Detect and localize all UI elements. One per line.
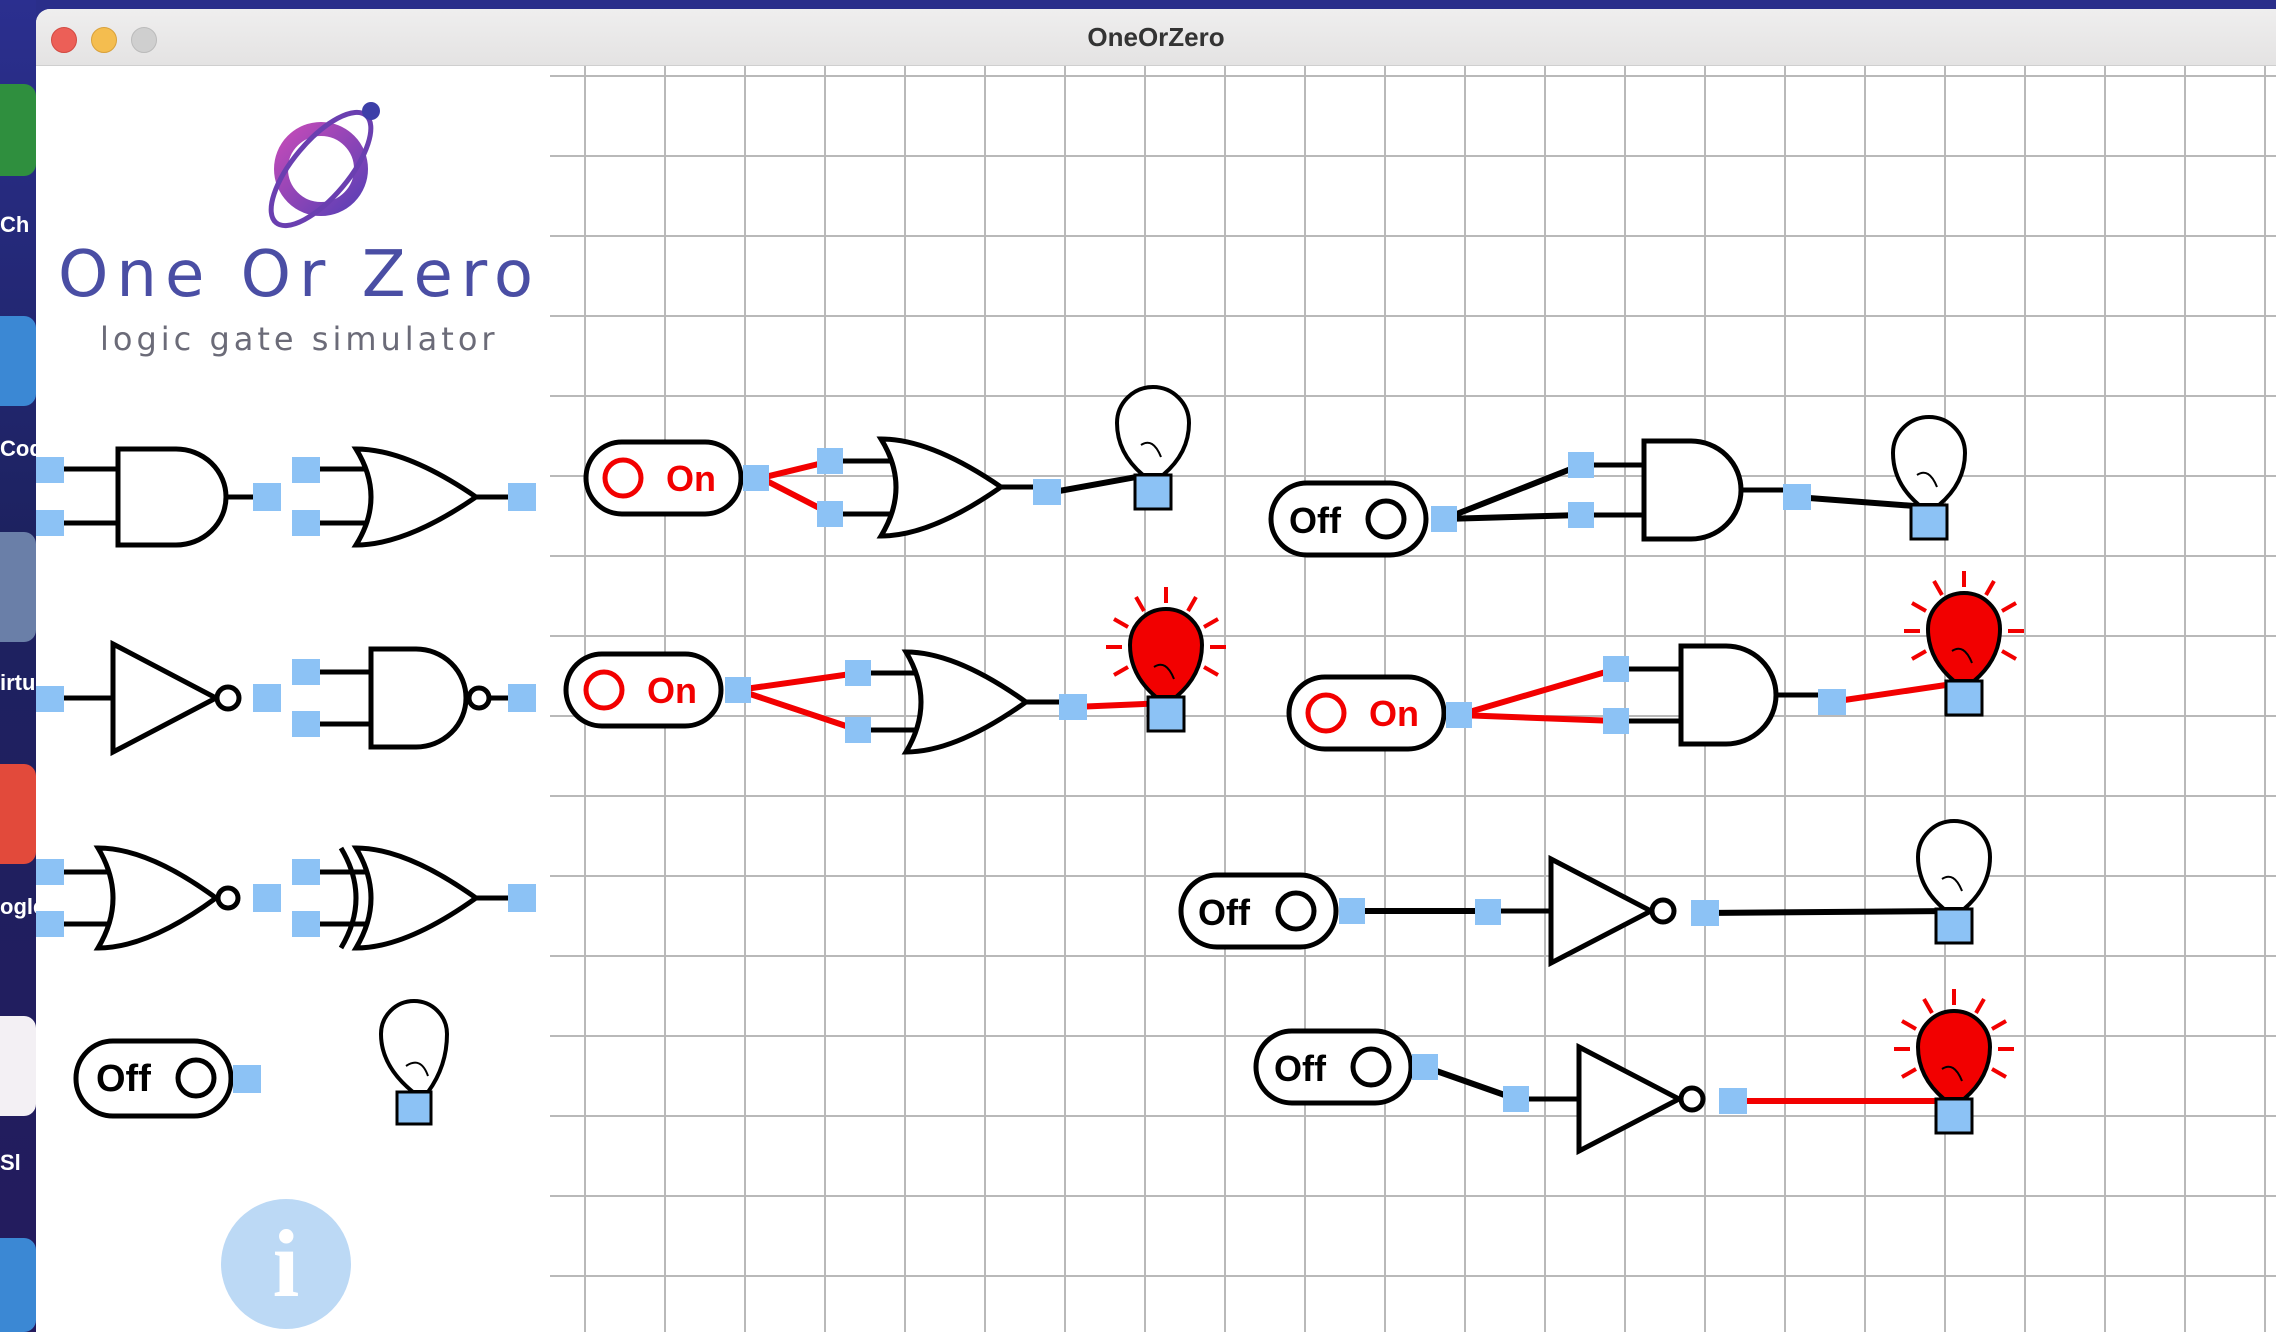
- not-gate[interactable]: [1488, 854, 1677, 968]
- circuit-6: Off: [1253, 987, 2016, 1156]
- light-bulb-on[interactable]: [1892, 987, 2016, 1135]
- output-pin[interactable]: [1431, 506, 1457, 532]
- wire-inactive: [1795, 494, 1929, 510]
- output-pin[interactable]: [1412, 1054, 1438, 1080]
- input-pin[interactable]: [1603, 708, 1629, 734]
- input-pin[interactable]: [1568, 502, 1594, 528]
- output-pin[interactable]: [743, 465, 769, 491]
- output-pin[interactable]: [1691, 900, 1719, 926]
- switch-on[interactable]: On: [583, 439, 744, 517]
- wire-inactive: [1424, 1064, 1517, 1102]
- switch-on[interactable]: On: [563, 651, 724, 729]
- desktop-background: Ch Cod irtu ogle Sl: [0, 0, 45, 1332]
- or-gate[interactable]: [858, 649, 1071, 755]
- switch-off-label: Off: [1198, 892, 1251, 933]
- folder-icon[interactable]: [0, 1238, 36, 1332]
- or-gate[interactable]: [836, 436, 1046, 539]
- wire-active: [1458, 666, 1617, 718]
- and-gate[interactable]: [1581, 438, 1796, 542]
- input-pin[interactable]: [1568, 452, 1594, 478]
- circuit-3: On: [563, 585, 1228, 755]
- virtualbox-icon[interactable]: [0, 532, 36, 642]
- wire-active: [1458, 712, 1617, 724]
- wire-inactive: [1442, 462, 1583, 522]
- circuit-1: On: [583, 385, 1191, 539]
- input-pin[interactable]: [817, 448, 843, 474]
- not-gate[interactable]: [1516, 1042, 1706, 1156]
- light-bulb-off[interactable]: [1916, 819, 1992, 945]
- input-pin[interactable]: [845, 717, 871, 743]
- light-bulb-off[interactable]: [1891, 415, 1967, 541]
- output-pin[interactable]: [1059, 694, 1087, 720]
- pycharm-icon[interactable]: [0, 84, 36, 176]
- wire-active: [737, 687, 859, 733]
- and-gate[interactable]: [1616, 643, 1831, 747]
- output-pin[interactable]: [1783, 484, 1811, 510]
- switch-off[interactable]: Off: [1268, 480, 1429, 558]
- output-pin[interactable]: [1339, 898, 1365, 924]
- input-pin[interactable]: [1603, 656, 1629, 682]
- output-pin[interactable]: [1719, 1088, 1747, 1114]
- output-pin[interactable]: [1033, 479, 1061, 505]
- wire-inactive: [1703, 908, 1955, 916]
- switch-on-label: On: [1369, 693, 1419, 734]
- switch-off-label: Off: [1274, 1048, 1327, 1089]
- light-bulb-off[interactable]: [1115, 385, 1191, 511]
- input-pin[interactable]: [845, 660, 871, 686]
- light-bulb-on[interactable]: [1902, 569, 2026, 717]
- dock-label-virtualbox: irtu: [0, 670, 36, 695]
- folder-icon[interactable]: [0, 316, 36, 406]
- switch-off-label: Off: [1289, 500, 1342, 541]
- slack-icon[interactable]: [0, 1016, 36, 1116]
- circuit-5: Off: [1178, 819, 1992, 968]
- app-window: OneOrZero One Or Zero logic gate simulat…: [36, 9, 2276, 1332]
- switch-on-label: On: [666, 458, 716, 499]
- wire-inactive: [1443, 512, 1582, 522]
- switch-on[interactable]: On: [1286, 674, 1447, 752]
- circuit-4: On: [1286, 569, 2026, 752]
- input-pin[interactable]: [1475, 899, 1501, 925]
- switch-off[interactable]: Off: [1253, 1028, 1414, 1106]
- output-pin[interactable]: [725, 677, 751, 703]
- input-pin[interactable]: [1503, 1086, 1529, 1112]
- dock-label-charm: Ch: [0, 212, 30, 237]
- wire-active: [737, 670, 859, 693]
- chrome-icon[interactable]: [0, 764, 36, 864]
- circuit-2: Off: [1268, 415, 1967, 558]
- switch-on-label: On: [647, 670, 697, 711]
- light-bulb-on[interactable]: [1104, 585, 1228, 733]
- output-pin[interactable]: [1818, 689, 1846, 715]
- input-pin[interactable]: [817, 501, 843, 527]
- switch-off[interactable]: Off: [1178, 872, 1339, 950]
- output-pin[interactable]: [1446, 702, 1472, 728]
- dock-label-slack: Sl: [0, 1150, 21, 1175]
